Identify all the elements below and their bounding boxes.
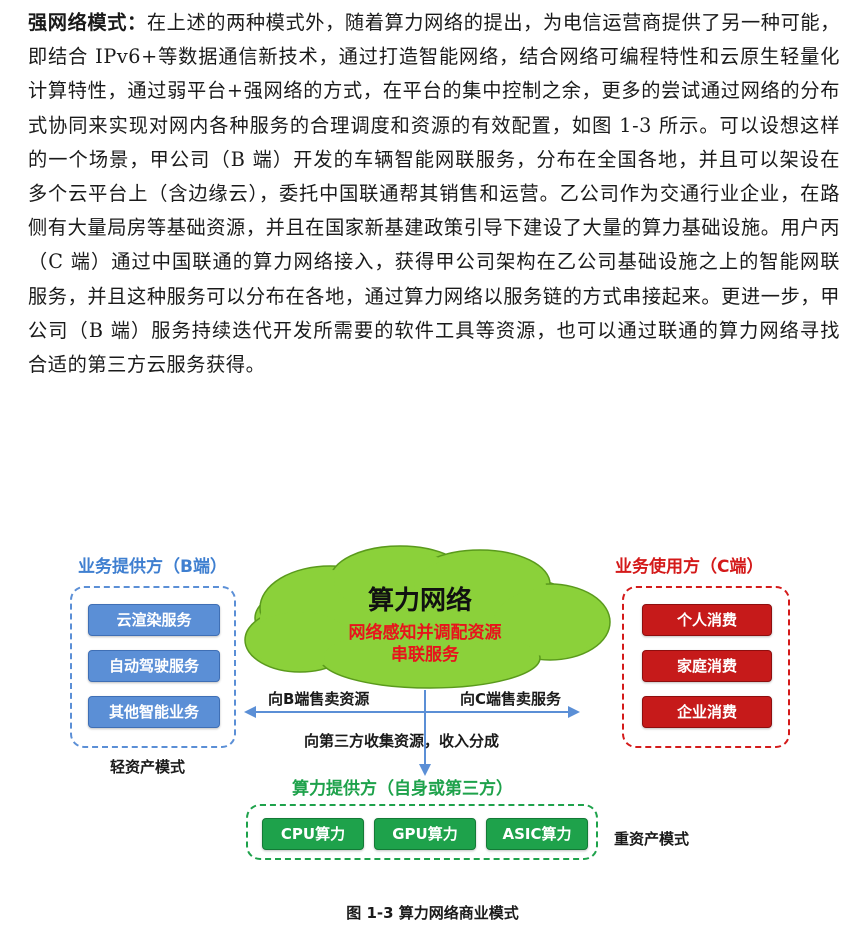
cloud-line-2: 串联服务 xyxy=(391,645,459,665)
paragraph-text: 在上述的两种模式外，随着算力网络的提出，为电信运营商提供了另一种可能，即结合 I… xyxy=(28,11,841,377)
supplier-item: ASIC算力 xyxy=(486,818,588,850)
left-arrowhead xyxy=(244,706,256,718)
business-model-diagram: 业务提供方（B端） 云渲染服务 自动驾驶服务 其他智能业务 轻资产模式 业务使用… xyxy=(0,540,865,890)
supplier-item: GPU算力 xyxy=(374,818,476,850)
supplier-title: 算力提供方（自身或第三方） xyxy=(292,779,513,799)
cloud-title: 算力网络 xyxy=(368,586,473,616)
arrow-label-right: 向C端售卖服务 xyxy=(460,690,562,708)
figure-caption: 图 1-3 算力网络商业模式 xyxy=(346,904,519,922)
right-arrowhead xyxy=(568,706,580,718)
supplier-mode: 重资产模式 xyxy=(614,830,690,848)
body-paragraph: 强网络模式：在上述的两种模式外，随着算力网络的提出，为电信运营商提供了另一种可能… xyxy=(28,6,840,382)
supplier-item: CPU算力 xyxy=(262,818,364,850)
paragraph-lead: 强网络模式： xyxy=(28,11,147,34)
arrow-label-down: 向第三方收集资源，收入分成 xyxy=(304,732,500,750)
arrow-label-left: 向B端售卖资源 xyxy=(268,690,370,708)
